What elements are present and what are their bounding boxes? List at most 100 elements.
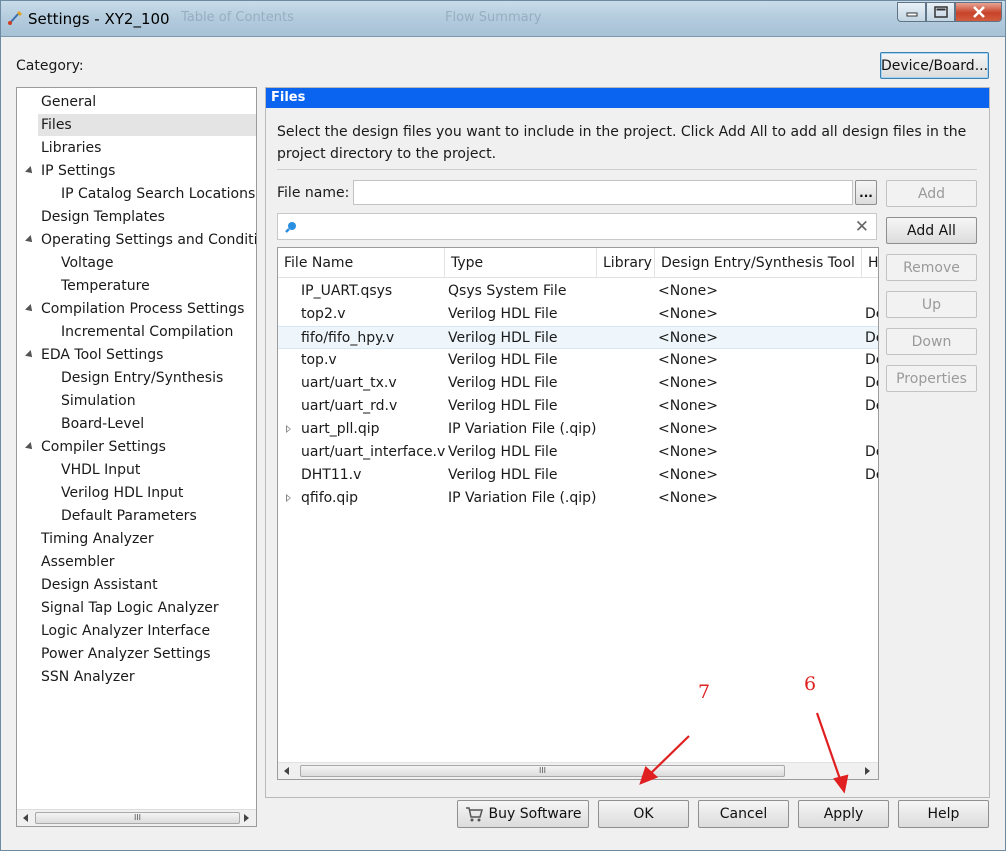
scroll-right-arrow-icon[interactable] — [244, 814, 249, 822]
scroll-left-arrow-icon[interactable] — [284, 767, 289, 775]
tree-horizontal-scrollbar[interactable]: III — [17, 809, 256, 826]
tree-item[interactable]: Temperature — [17, 275, 256, 297]
tree-item[interactable]: Compiler Settings — [17, 436, 256, 458]
column-header-h[interactable]: H — [862, 248, 878, 278]
table-row[interactable]: uart/uart_interface.v Verilog HDL File <No… — [278, 441, 878, 464]
column-header-type[interactable]: Type — [445, 248, 597, 278]
column-header-library[interactable]: Library — [597, 248, 655, 278]
cell-design-entry-tool: <None> — [658, 306, 718, 322]
tree-item[interactable]: SSN Analyzer — [17, 666, 256, 688]
properties-button[interactable]: Properties — [886, 365, 977, 392]
browse-button[interactable]: ... — [855, 180, 877, 205]
cell-type: Verilog HDL File — [448, 444, 558, 460]
clear-search-icon[interactable]: ✕ — [855, 217, 869, 237]
expand-caret-icon[interactable] — [25, 166, 35, 176]
up-button[interactable]: Up — [886, 291, 977, 318]
search-box[interactable]: ✕ — [277, 213, 877, 240]
tree-item-label: Power Analyzer Settings — [41, 646, 211, 662]
cell-h: De — [865, 444, 878, 460]
file-name-input[interactable] — [353, 180, 853, 205]
tree-item-label: VHDL Input — [61, 462, 141, 478]
expand-caret-icon[interactable] — [25, 442, 35, 452]
expand-arrow-icon[interactable] — [286, 425, 291, 433]
tree-item[interactable]: Design Templates — [17, 206, 256, 228]
cell-type: Verilog HDL File — [448, 398, 558, 414]
table-row[interactable]: qfifo.qip IP Variation File (.qip) <None> — [278, 487, 878, 510]
down-button[interactable]: Down — [886, 328, 977, 355]
expand-arrow-icon[interactable] — [286, 494, 291, 502]
table-header: File Name Type Library Design Entry/Synt… — [278, 248, 878, 278]
expand-caret-icon[interactable] — [25, 350, 35, 360]
table-row[interactable]: IP_UART.qsys Qsys System File <None> — [278, 280, 878, 303]
close-window-button[interactable] — [955, 2, 1002, 22]
remove-button[interactable]: Remove — [886, 254, 977, 281]
add-all-button[interactable]: Add All — [886, 217, 977, 244]
add-button[interactable]: Add — [886, 180, 977, 207]
table-scroll-thumb[interactable]: III — [300, 765, 785, 777]
cell-file-name: IP_UART.qsys — [301, 283, 393, 299]
tree-item[interactable]: Logic Analyzer Interface — [17, 620, 256, 642]
tree-item[interactable]: Design Entry/Synthesis — [17, 367, 256, 389]
tree-item[interactable]: Assembler — [17, 551, 256, 573]
tree-item[interactable]: General — [17, 91, 256, 113]
table-row[interactable]: uart_pll.qip IP Variation File (.qip) <Non… — [278, 418, 878, 441]
tree-item[interactable]: Verilog HDL Input — [17, 482, 256, 504]
tree-item[interactable]: IP Settings — [17, 160, 256, 182]
expand-caret-icon[interactable] — [25, 304, 35, 314]
tree-item[interactable]: Voltage — [17, 252, 256, 274]
column-header-design-entry-tool[interactable]: Design Entry/Synthesis Tool — [655, 248, 862, 278]
tree-item[interactable]: Signal Tap Logic Analyzer — [17, 597, 256, 619]
tree-item[interactable]: EDA Tool Settings — [17, 344, 256, 366]
cell-file-name: DHT11.v — [301, 467, 362, 483]
category-tree[interactable]: General Files Libraries IP Settings IP Catal… — [16, 87, 257, 827]
cell-design-entry-tool: <None> — [658, 375, 718, 391]
tree-item[interactable]: Incremental Compilation — [17, 321, 256, 343]
tree-item[interactable]: Operating Settings and Conditions — [17, 229, 256, 251]
cell-library — [601, 395, 655, 418]
tree-item[interactable]: Files — [17, 114, 256, 136]
tree-item-label: Assembler — [41, 554, 115, 570]
tree-item[interactable]: Design Assistant — [17, 574, 256, 596]
buy-software-button[interactable]: Buy Software — [457, 800, 589, 828]
tree-item[interactable]: Default Parameters — [17, 505, 256, 527]
table-row[interactable]: uart/uart_rd.v Verilog HDL File <None> De — [278, 395, 878, 418]
cell-type: IP Variation File (.qip) — [448, 421, 597, 437]
table-row[interactable]: fifo/fifo_hpy.v Verilog HDL File <None> De — [278, 326, 878, 349]
minimize-button[interactable] — [897, 2, 926, 22]
apply-button[interactable]: Apply — [798, 800, 889, 828]
help-button[interactable]: Help — [898, 800, 989, 828]
column-header-file-name[interactable]: File Name — [278, 248, 445, 278]
scroll-right-arrow-icon[interactable] — [865, 767, 870, 775]
cancel-button[interactable]: Cancel — [698, 800, 789, 828]
table-row[interactable]: top.v Verilog HDL File <None> De — [278, 349, 878, 372]
panel-header: Files — [266, 88, 989, 108]
tree-item-label: Signal Tap Logic Analyzer — [41, 600, 219, 616]
table-row[interactable]: uart/uart_tx.v Verilog HDL File <None> De — [278, 372, 878, 395]
tree-item[interactable]: Compilation Process Settings — [17, 298, 256, 320]
title-bar[interactable]: Settings - XY2_100 Table of Contents Flo… — [1, 1, 1005, 37]
tree-item[interactable]: Timing Analyzer — [17, 528, 256, 550]
cell-library — [601, 303, 655, 326]
tree-item[interactable]: Power Analyzer Settings — [17, 643, 256, 665]
tree-item[interactable]: Board-Level — [17, 413, 256, 435]
cell-library — [601, 487, 655, 510]
files-table[interactable]: File Name Type Library Design Entry/Synt… — [277, 247, 879, 780]
expand-caret-icon[interactable] — [25, 235, 35, 245]
tree-scroll-thumb[interactable]: III — [35, 812, 240, 824]
table-row[interactable]: top2.v Verilog HDL File <None> De — [278, 303, 878, 326]
ok-button[interactable]: OK — [598, 800, 689, 828]
cell-design-entry-tool: <None> — [658, 444, 718, 460]
scroll-left-arrow-icon[interactable] — [23, 814, 28, 822]
maximize-button[interactable] — [926, 2, 955, 22]
tree-item-label: Verilog HDL Input — [61, 485, 184, 501]
tree-item[interactable]: VHDL Input — [17, 459, 256, 481]
search-input[interactable] — [304, 217, 844, 237]
tree-item[interactable]: IP Catalog Search Locations — [17, 183, 256, 205]
cell-design-entry-tool: <None> — [658, 330, 718, 346]
tree-item[interactable]: Simulation — [17, 390, 256, 412]
device-board-button[interactable]: Device/Board... — [880, 52, 989, 79]
table-horizontal-scrollbar[interactable]: III — [278, 762, 878, 779]
tree-item[interactable]: Libraries — [17, 137, 256, 159]
table-row[interactable]: DHT11.v Verilog HDL File <None> De — [278, 464, 878, 487]
quartus-app-icon — [8, 10, 23, 25]
